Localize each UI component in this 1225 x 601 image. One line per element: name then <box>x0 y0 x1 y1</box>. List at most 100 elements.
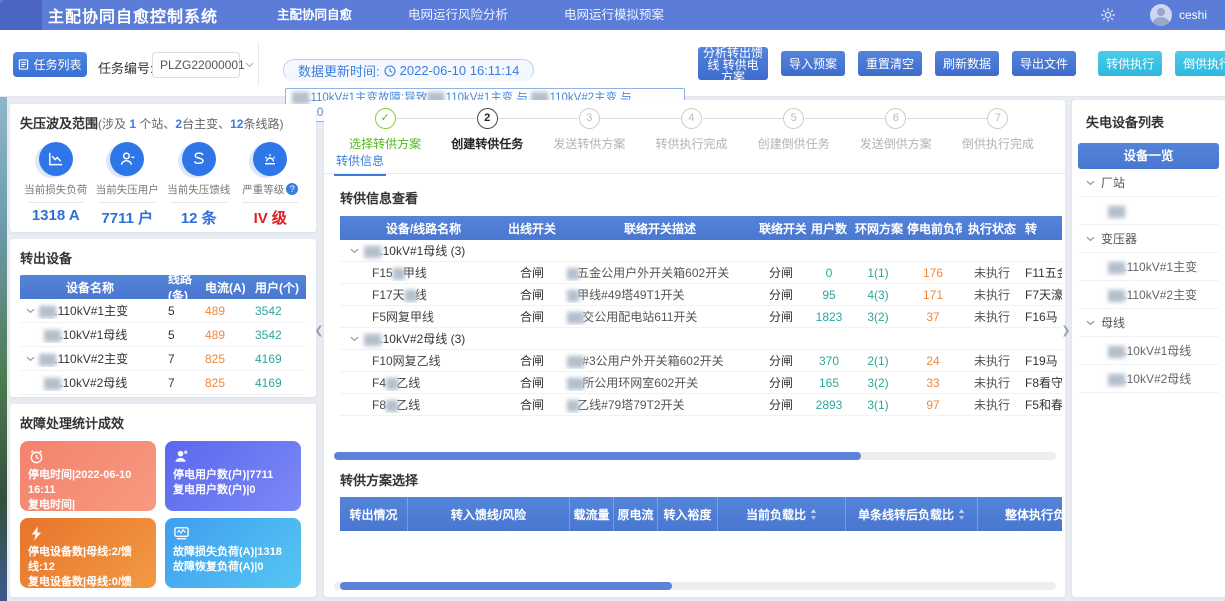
tree-leaf[interactable]: ███.10kV#1母线 <box>1078 337 1219 365</box>
step-circle: 3 <box>579 108 600 129</box>
nav-item-2[interactable]: 电网运行模拟预案 <box>560 0 668 30</box>
user-icon <box>118 150 136 168</box>
info-table-hscrollbar <box>334 452 1056 460</box>
nav-item-1[interactable]: 电网运行风险分析 <box>404 0 512 30</box>
tree-leaf[interactable]: ███.110kV#2主变 <box>1078 281 1219 309</box>
load-monitor-icon <box>173 525 190 542</box>
table-row[interactable]: F17天██线 合闸 ██甲线#49塔49T1开关 分闸 95 4(3) 171… <box>340 284 1062 306</box>
device-overview-header[interactable]: 设备一览 <box>1078 143 1219 169</box>
redacted-text: ██ <box>405 291 415 302</box>
group-row[interactable]: ███.10kV#1母线 (3) <box>340 240 1062 262</box>
table-row[interactable]: F5网复甲线 合闸 ███交公用配电站611开关 分闸 1823 3(2) 37… <box>340 306 1062 328</box>
toolbar-button-blue-2[interactable]: 重置清空 <box>858 51 922 76</box>
table-row[interactable]: ███.110kV#1主变 5 489 3542 <box>20 299 306 323</box>
impact-title: 失压波及范围(涉及 1 个站、2台主变、12条线路) <box>20 113 306 132</box>
impact-subtitle: (涉及 1 个站、2台主变、12条线路) <box>98 117 283 131</box>
toolbar-button-cyan-1[interactable]: 倒供执行 <box>1175 51 1225 76</box>
redacted-text: ██ <box>386 379 396 390</box>
info-col-5: 环网方案 <box>852 220 904 237</box>
impact-stat-value: 7711 户 <box>92 207 164 228</box>
redacted-text: ███ <box>567 357 582 368</box>
fault-stats-title: 故障处理统计成效 <box>20 413 306 432</box>
step-7: 7 倒供执行完成 <box>947 108 1049 152</box>
toolbar-button-blue-0[interactable]: 分析转出馈线 转供电方案 <box>698 47 768 80</box>
chevron-down-icon <box>1086 236 1095 242</box>
stat-card-line1: 停电时间|2022-06-10 16:11 <box>28 468 148 498</box>
info-col-2: 联络开关描述 <box>564 220 756 237</box>
redacted-text: ██ <box>567 269 577 280</box>
user-menu[interactable]: ceshi <box>1150 4 1207 26</box>
task-list-button[interactable]: 任务列表 <box>13 52 87 77</box>
toolbar-button-blue-4[interactable]: 导出文件 <box>1012 51 1076 76</box>
app-title: 主配协同自愈控制系统 <box>48 3 218 27</box>
sort-icon[interactable] <box>810 509 817 520</box>
redacted-text: ███ <box>39 355 54 366</box>
transfer-info-table-body: ███.10kV#1母线 (3) F15██甲线 合闸 ██五金公用户外开关箱6… <box>340 240 1062 416</box>
impact-stat-label: 当前失压用户 <box>92 182 164 197</box>
table-row[interactable]: F10网复乙线 合闸 ███#3公用户外开关箱602开关 分闸 370 2(1)… <box>340 350 1062 372</box>
tree-leaf[interactable]: ███.10kV#2母线 <box>1078 365 1219 393</box>
redacted-text: ███ <box>44 379 59 390</box>
plan-table-hscrollbar-thumb[interactable] <box>340 582 672 590</box>
app-header: 主配协同自愈控制系统 主配协同自愈 电网运行风险分析 电网运行模拟预案 ceshi <box>0 0 1225 30</box>
toolbar-button-cyan-0[interactable]: 转供执行 <box>1098 51 1162 76</box>
plan-table-title: 转供方案选择 <box>340 470 418 489</box>
fault-stats-panel: 故障处理统计成效 停电时间|2022-06-10 16:11 复电时间| 停电用… <box>10 404 316 597</box>
info-table-hscrollbar-thumb[interactable] <box>334 452 861 460</box>
expand-right-handle[interactable]: ❯ <box>1061 318 1071 344</box>
info-col-6: 停电前负荷 <box>904 220 962 237</box>
table-row[interactable]: F4██乙线 合闸 ███所公用环网室602开关 分闸 165 3(2) 33 … <box>340 372 1062 394</box>
tree-node-1[interactable]: 变压器 <box>1078 225 1219 253</box>
impact-stat-0: 当前损失负荷 1318 A <box>20 142 92 228</box>
info-col-1: 出线开关 <box>500 220 564 237</box>
toolbar-divider <box>258 42 259 86</box>
impact-stat-label: 当前失压馈线 <box>163 182 235 197</box>
redacted-text: ███ <box>567 379 582 390</box>
task-no-select[interactable]: PLZG22000001 <box>152 52 240 78</box>
group-row[interactable]: ███.10kV#2母线 (3) <box>340 328 1062 350</box>
collapse-left-handle[interactable]: ❮ <box>314 318 324 344</box>
tree-leaf[interactable]: ███ <box>1078 197 1219 225</box>
plan-col-5: 当前负载比 <box>718 497 846 531</box>
info-col-7: 执行状态 <box>962 220 1022 237</box>
transfer-out-col-3: 用户(个) <box>255 279 306 296</box>
toolbar-button-blue-1[interactable]: 导入预案 <box>781 51 845 76</box>
step-label: 转供执行完成 <box>640 135 742 152</box>
impact-stat-2: 当前失压馈线 12 条 <box>163 142 235 228</box>
toolbar-button-blue-3[interactable]: 刷新数据 <box>935 51 999 76</box>
user-icon <box>110 142 144 176</box>
device-list-title: 失电设备列表 <box>1078 112 1219 131</box>
table-row[interactable]: F15██甲线 合闸 ██五金公用户外开关箱602开关 分闸 0 1(1) 17… <box>340 262 1062 284</box>
impact-stat-value: 12 条 <box>163 207 235 228</box>
desktop-wallpaper-strip <box>0 95 7 601</box>
toolbar-buttons: 分析转出馈线 转供电方案导入预案重置清空刷新数据导出文件转供执行倒供执行图形分析 <box>698 30 1225 97</box>
device-tree: 厂站 ███ 变压器 ███.110kV#1主变 ███.110kV#2主变 母… <box>1078 169 1219 393</box>
table-row[interactable]: ███.10kV#1母线 5 489 3542 <box>20 323 306 347</box>
task-no-value: PLZG22000001 <box>160 58 245 72</box>
outage-devices-icon <box>28 525 45 542</box>
stat-card-line2: 复电设备数|母线:0/馈线:0 <box>28 575 148 588</box>
tab-transfer-info[interactable]: 转供信息 <box>334 152 386 176</box>
table-row[interactable]: ███.10kV#2母线 7 825 4169 <box>20 371 306 395</box>
transfer-out-col-2: 电流(A) <box>205 279 255 296</box>
table-row[interactable]: ███.110kV#2主变 7 825 4169 <box>20 347 306 371</box>
stat-card-2: 停电设备数|母线:2/馈线:12 复电设备数|母线:0/馈线:0 <box>20 518 156 588</box>
tree-node-0[interactable]: 厂站 <box>1078 169 1219 197</box>
redacted-text: ███ <box>39 307 54 318</box>
help-icon[interactable]: ? <box>286 183 298 195</box>
table-row[interactable]: F8██乙线 合闸 ██乙线#79塔79T2开关 分闸 2893 3(1) 97… <box>340 394 1062 416</box>
tree-leaf[interactable]: ███.110kV#1主变 <box>1078 253 1219 281</box>
stat-card-3: 故障损失负荷(A)|1318 故障恢复负荷(A)|0 <box>165 518 301 588</box>
tree-node-2[interactable]: 母线 <box>1078 309 1219 337</box>
chevron-down-icon <box>26 308 35 314</box>
gear-icon[interactable] <box>1100 7 1116 23</box>
chevron-down-icon <box>1086 320 1095 326</box>
nav-item-0[interactable]: 主配协同自愈 <box>273 0 356 30</box>
plan-col-1: 转入馈线/风险 <box>408 497 570 531</box>
sort-icon[interactable] <box>958 509 965 520</box>
chevron-down-icon <box>26 356 35 362</box>
feeder-icon <box>190 150 208 168</box>
step-6: 6 发送倒供方案 <box>845 108 947 152</box>
top-nav: 主配协同自愈 电网运行风险分析 电网运行模拟预案 <box>273 0 668 30</box>
data-update-time: 数据更新时间: 2022-06-10 16:11:14 <box>283 59 534 81</box>
